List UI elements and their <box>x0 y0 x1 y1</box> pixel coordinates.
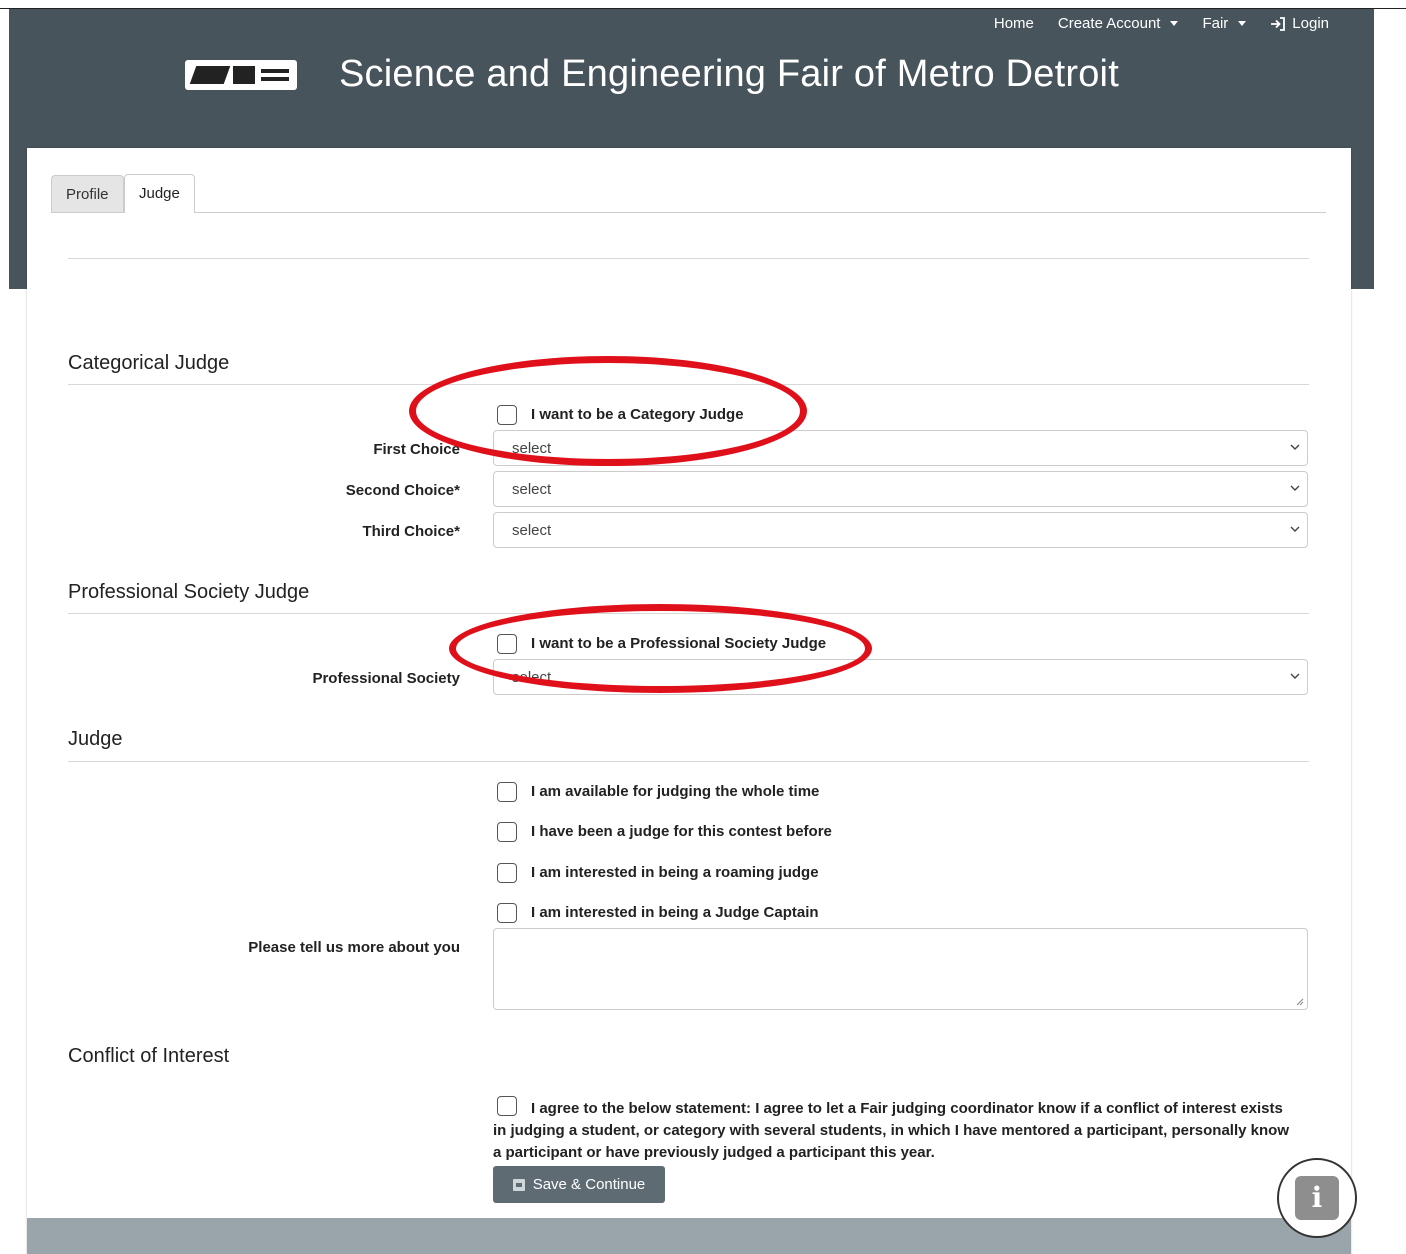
top-navigation: Home Create Account Fair Login <box>994 15 1329 32</box>
second-choice-value: select <box>512 481 552 498</box>
conflict-statement-text: I agree to the below statement: I agree … <box>493 1100 1289 1161</box>
nav-home-link[interactable]: Home <box>994 15 1034 32</box>
chevron-down-icon <box>1290 526 1300 532</box>
nav-create-account-dropdown[interactable]: Create Account <box>1058 15 1179 32</box>
brand: Science and Engineering Fair of Metro De… <box>185 53 1119 96</box>
section-title-categorical: Categorical Judge <box>68 352 230 374</box>
caret-down-icon <box>1238 21 1247 26</box>
save-continue-label: Save & Continue <box>532 1176 646 1193</box>
judge-option-row: I am interested in being a Judge Captain <box>497 903 819 923</box>
third-choice-select[interactable]: select <box>493 512 1308 548</box>
chevron-down-icon <box>1290 673 1300 679</box>
fair-logo[interactable] <box>185 59 297 90</box>
section-title-professional: Professional Society Judge <box>68 581 310 603</box>
conflict-statement: I agree to the below statement: I agree … <box>493 1098 1293 1164</box>
first-choice-select[interactable]: select <box>493 430 1308 466</box>
resize-grip-icon[interactable] <box>1296 998 1304 1006</box>
divider <box>68 613 1309 614</box>
professional-society-select[interactable]: select <box>493 659 1308 695</box>
roaming-judge-checkbox[interactable] <box>497 863 517 883</box>
nav-create-account-label: Create Account <box>1057 15 1161 32</box>
judged-before-checkbox[interactable] <box>497 822 517 842</box>
about-you-label: Please tell us more about you <box>248 939 460 956</box>
nav-fair-dropdown[interactable]: Fair <box>1202 15 1247 32</box>
save-continue-button[interactable]: Save & Continue <box>493 1166 665 1203</box>
site-title: Science and Engineering Fair of Metro De… <box>339 53 1119 95</box>
available-whole-time-checkbox[interactable] <box>497 782 517 802</box>
nav-login-label: Login <box>1292 15 1329 32</box>
second-choice-select[interactable]: select <box>493 471 1308 507</box>
judge-option-label: I am interested in being a roaming judge <box>531 864 819 881</box>
footer-bar <box>27 1218 1351 1254</box>
info-button[interactable]: i <box>1277 1158 1357 1238</box>
category-judge-checkbox-label: I want to be a Category Judge <box>531 406 744 423</box>
judge-option-label: I am interested in being a Judge Captain <box>531 904 819 921</box>
judge-option-row: I am interested in being a roaming judge <box>497 863 819 883</box>
chevron-down-icon <box>1290 485 1300 491</box>
judge-option-row: I have been a judge for this contest bef… <box>497 822 832 842</box>
professional-judge-checkbox-row: I want to be a Professional Society Judg… <box>497 634 826 654</box>
category-judge-checkbox[interactable] <box>497 405 517 425</box>
second-choice-label: Second Choice* <box>345 482 460 499</box>
professional-society-value: select <box>512 669 552 686</box>
nav-login-link[interactable]: Login <box>1270 15 1329 32</box>
caret-down-icon <box>1170 21 1179 26</box>
professional-society-label: Professional Society <box>312 670 460 687</box>
professional-judge-checkbox[interactable] <box>497 634 517 654</box>
nav-fair-label: Fair <box>1202 15 1229 32</box>
first-choice-value: select <box>512 440 552 457</box>
first-choice-label: First Choice <box>373 441 460 458</box>
tab-profile[interactable]: Profile <box>51 175 124 212</box>
section-title-judge: Judge <box>68 728 123 750</box>
section-title-conflict: Conflict of Interest <box>68 1045 230 1067</box>
professional-judge-checkbox-label: I want to be a Professional Society Judg… <box>531 635 827 652</box>
nav-home-label: Home <box>993 15 1034 32</box>
judge-option-label: I have been a judge for this contest bef… <box>531 823 832 840</box>
judge-form-card: Profile Judge Categorical Judge I want t… <box>27 148 1351 1254</box>
third-choice-value: select <box>512 522 552 539</box>
divider <box>68 258 1309 259</box>
info-icon: i <box>1295 1176 1339 1220</box>
tab-judge[interactable]: Judge <box>124 174 195 213</box>
about-you-textarea[interactable] <box>493 928 1308 1010</box>
third-choice-label: Third Choice* <box>362 523 460 540</box>
judge-option-row: I am available for judging the whole tim… <box>497 782 819 802</box>
save-icon <box>512 1178 525 1191</box>
category-judge-checkbox-row: I want to be a Category Judge <box>497 405 744 425</box>
divider <box>68 384 1309 385</box>
chevron-down-icon <box>1290 444 1300 450</box>
judge-captain-checkbox[interactable] <box>497 903 517 923</box>
judge-option-label: I am available for judging the whole tim… <box>531 783 820 800</box>
divider <box>68 761 1309 762</box>
login-icon <box>1271 16 1286 31</box>
tab-bar: Profile Judge <box>51 174 1326 213</box>
